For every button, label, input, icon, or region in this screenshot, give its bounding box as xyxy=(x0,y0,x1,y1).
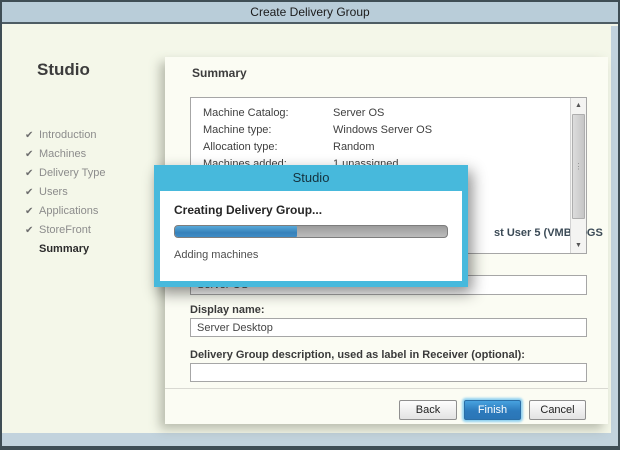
summary-row-label: Machine type: xyxy=(203,124,272,136)
progress-status-text: Adding machines xyxy=(174,249,259,261)
finish-button[interactable]: Finish xyxy=(464,400,521,420)
create-delivery-group-window: Create Delivery Group Studio ✔ Introducti… xyxy=(0,0,620,450)
scroll-down-icon[interactable]: ▼ xyxy=(571,238,586,253)
step-label: Machines xyxy=(39,148,87,160)
sidebar-step-machines: ✔ Machines xyxy=(25,148,160,167)
sidebar-step-users: ✔ Users xyxy=(25,186,160,205)
display-name-field[interactable] xyxy=(190,318,587,337)
step-label: Users xyxy=(39,186,68,198)
sidebar-step-summary: Summary xyxy=(25,243,160,262)
progress-dialog-body: Creating Delivery Group... Adding machin… xyxy=(160,191,462,281)
window-title: Create Delivery Group xyxy=(250,5,370,19)
page-title: Summary xyxy=(192,66,247,80)
sidebar-step-storefront: ✔ StoreFront xyxy=(25,224,160,243)
cancel-button[interactable]: Cancel xyxy=(529,400,586,420)
window-right-border xyxy=(611,26,618,446)
summary-row: Machine type: Windows Server OS xyxy=(203,124,566,141)
step-label: Introduction xyxy=(39,129,97,141)
sidebar-step-applications: ✔ Applications xyxy=(25,205,160,224)
check-icon: ✔ xyxy=(25,225,34,236)
wizard-steps-list: ✔ Introduction ✔ Machines ✔ Delivery Type ✔… xyxy=(25,129,160,262)
progress-dialog-title: Studio xyxy=(292,170,330,185)
window-bottom-border xyxy=(2,433,618,446)
summary-row: Allocation type: Random xyxy=(203,141,566,158)
summary-row-value: Windows Server OS xyxy=(333,124,433,136)
summary-scrollbar[interactable]: ▲ ⋮ ▼ xyxy=(570,98,586,253)
sidebar-step-delivery-type: ✔ Delivery Type xyxy=(25,167,160,186)
step-label: Delivery Type xyxy=(39,167,106,179)
display-name-label: Display name: xyxy=(190,304,265,316)
summary-row: Machine Catalog: Server OS xyxy=(203,107,566,124)
description-label: Delivery Group description, used as labe… xyxy=(190,349,525,361)
check-icon: ✔ xyxy=(25,149,34,160)
progress-dialog-heading: Creating Delivery Group... xyxy=(174,203,323,217)
check-icon: ✔ xyxy=(25,187,34,198)
summary-row-value: Random xyxy=(333,141,375,153)
sidebar-studio-title: Studio xyxy=(37,60,90,79)
step-label: StoreFront xyxy=(39,224,91,236)
sidebar-step-introduction: ✔ Introduction xyxy=(25,129,160,148)
check-icon: ✔ xyxy=(25,130,34,141)
scroll-up-icon[interactable]: ▲ xyxy=(571,98,586,113)
step-label: Applications xyxy=(39,205,99,217)
summary-row-value: Server OS xyxy=(333,107,385,119)
summary-partial-user-text: st User 5 (VMBLOGS xyxy=(494,227,603,239)
progress-fill xyxy=(175,226,298,237)
summary-row-label: Machine Catalog: xyxy=(203,107,289,119)
check-icon: ✔ xyxy=(25,206,34,217)
check-icon: ✔ xyxy=(25,168,34,179)
scrollbar-thumb[interactable]: ⋮ xyxy=(572,114,585,219)
progress-dialog: Studio Creating Delivery Group... Adding… xyxy=(154,165,468,287)
back-button[interactable]: Back xyxy=(399,400,457,420)
step-label: Summary xyxy=(39,243,90,255)
description-field[interactable] xyxy=(190,363,587,382)
footer-divider xyxy=(165,388,608,389)
summary-row-label: Allocation type: xyxy=(203,141,278,153)
progress-bar xyxy=(174,225,448,238)
window-titlebar: Create Delivery Group xyxy=(2,2,618,24)
